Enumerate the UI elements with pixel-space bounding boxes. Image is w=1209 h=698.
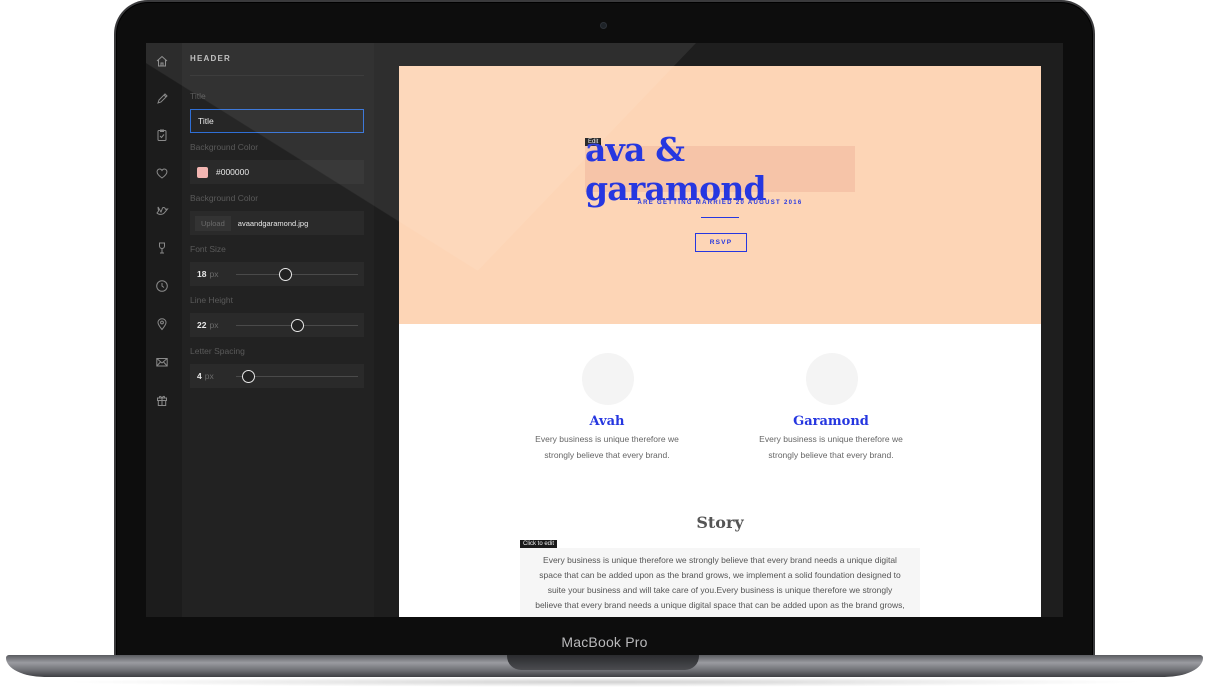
line-height-field: 22 px <box>190 313 364 337</box>
laptop-notch <box>507 655 699 670</box>
story-line: suite your business and will take care o… <box>547 585 893 595</box>
letter-spacing-slider-handle[interactable] <box>242 370 256 383</box>
heart-icon[interactable] <box>155 166 169 180</box>
color-swatch[interactable] <box>197 166 208 178</box>
title-label: Title <box>190 91 206 101</box>
tagline-divider <box>701 217 739 218</box>
font-size-slider[interactable] <box>236 274 358 275</box>
rsvp-button[interactable]: RSVP <box>695 233 747 252</box>
device-label: MacBook Pro <box>561 634 648 650</box>
story-line: believe that every brand needs a unique … <box>535 600 905 610</box>
story-text-block[interactable]: Every business is unique therefore we st… <box>520 548 920 617</box>
title-input-value: Title <box>198 116 214 126</box>
groom-desc-line2: strongly believe that every brand. <box>768 449 894 460</box>
clock-icon[interactable] <box>155 279 169 293</box>
wine-glass-icon[interactable] <box>155 241 169 255</box>
background-image-label: Background Color <box>190 193 259 203</box>
background-image-filename: avaandgaramond.jpg <box>237 218 309 228</box>
gift-icon[interactable] <box>155 393 169 407</box>
bride-desc-line2: strongly believe that every brand. <box>544 449 670 460</box>
groom-description: Every business is unique therefore we st… <box>731 432 931 463</box>
groom-desc-line1: Every business is unique therefore we <box>759 434 903 444</box>
panel-heading: HEADER <box>190 54 231 63</box>
background-color-value: #000000 <box>216 167 250 177</box>
line-height-unit: px <box>209 320 219 330</box>
background-color-label: Background Color <box>190 142 259 152</box>
home-icon[interactable] <box>155 54 169 68</box>
background-color-field[interactable]: #000000 <box>190 160 364 184</box>
pencil-icon[interactable] <box>155 92 169 106</box>
bride-description: Every business is unique therefore we st… <box>507 432 707 463</box>
title-input[interactable]: Title <box>190 109 364 133</box>
font-size-unit: px <box>209 269 219 279</box>
font-size-label: Font Size <box>190 244 226 254</box>
camera-icon <box>600 22 607 29</box>
line-height-label: Line Height <box>190 295 234 305</box>
background-image-field: Upload avaandgaramond.jpg <box>190 211 364 235</box>
editor-panel: HEADER Title Title Background Color #000… <box>182 43 374 617</box>
location-pin-icon[interactable] <box>155 317 169 331</box>
groom-name: Garamond <box>793 414 869 429</box>
clipboard-icon[interactable] <box>155 128 169 142</box>
icon-rail <box>146 43 182 617</box>
base-shadow <box>60 677 1149 687</box>
letter-spacing-unit: px <box>204 371 214 381</box>
hero-tagline: ARE GETTING MARRIED 20 AUGUST 2016 <box>637 200 803 206</box>
letter-spacing-field: 4 px <box>190 364 364 388</box>
font-size-slider-handle[interactable] <box>278 268 292 281</box>
avatar <box>582 353 634 405</box>
hero-title: ava & garamond <box>585 130 767 208</box>
upload-button[interactable]: Upload <box>195 215 231 231</box>
font-size-value: 18 <box>197 269 207 279</box>
hero-title-box[interactable]: ava & garamond <box>585 130 855 208</box>
website-preview: Edit ava & garamond ARE GETTING MARRIED … <box>399 66 1041 617</box>
dove-icon[interactable] <box>155 204 169 218</box>
story-title: Story <box>696 513 744 532</box>
font-size-field: 18 px <box>190 262 364 286</box>
avatar <box>806 353 858 405</box>
story-line: space that can be added upon as the bran… <box>539 570 901 580</box>
line-height-value: 22 <box>197 320 207 330</box>
letter-spacing-value: 4 <box>197 371 202 381</box>
story-line: Every business is unique therefore we st… <box>543 555 897 565</box>
envelope-icon[interactable] <box>155 355 169 369</box>
divider <box>190 75 364 76</box>
bride-name: Avah <box>589 414 625 429</box>
click-to-edit-tag[interactable]: Click to edit <box>520 540 558 548</box>
line-height-slider-handle[interactable] <box>291 319 304 332</box>
bride-desc-line1: Every business is unique therefore we <box>535 434 679 444</box>
screen: HEADER Title Title Background Color #000… <box>146 43 1063 617</box>
letter-spacing-label: Letter Spacing <box>190 346 245 356</box>
